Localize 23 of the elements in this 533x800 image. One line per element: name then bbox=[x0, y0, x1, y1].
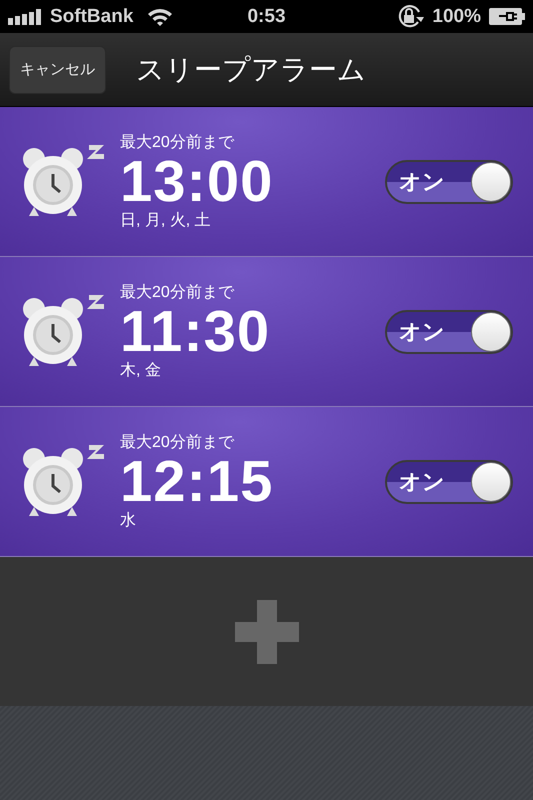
clock-time: 0:53 bbox=[247, 6, 286, 28]
alarm-toggle[interactable]: オン bbox=[385, 160, 513, 204]
alarm-window-note: 最大20分前まで bbox=[120, 282, 236, 302]
rotation-lock-icon bbox=[396, 4, 424, 30]
add-alarm-button[interactable] bbox=[234, 600, 298, 664]
alarm-toggle[interactable]: オン bbox=[385, 310, 513, 354]
alarm-time: 12:15 bbox=[120, 452, 274, 510]
screen-title: スリープアラーム bbox=[136, 52, 366, 86]
repeat-days: 木, 金 bbox=[120, 360, 385, 380]
battery-percentage: 100% bbox=[432, 6, 481, 28]
repeat-days: 水 bbox=[120, 510, 385, 530]
plus-icon bbox=[234, 600, 298, 664]
alarm-toggle[interactable]: オン bbox=[385, 460, 513, 504]
alarm-window-note: 最大20分前まで bbox=[120, 132, 236, 152]
signal-icon bbox=[8, 8, 42, 24]
carrier-name: SoftBank bbox=[50, 6, 134, 28]
alarm-time: 11:30 bbox=[120, 302, 272, 360]
repeat-days: 日, 月, 火, 土 bbox=[120, 210, 385, 230]
cancel-button[interactable]: キャンセル bbox=[9, 46, 106, 94]
wifi-icon bbox=[147, 6, 174, 26]
alarm-window-note: 最大20分前まで bbox=[120, 432, 236, 452]
battery-icon bbox=[489, 8, 525, 25]
alarm-time: 13:00 bbox=[120, 152, 274, 210]
